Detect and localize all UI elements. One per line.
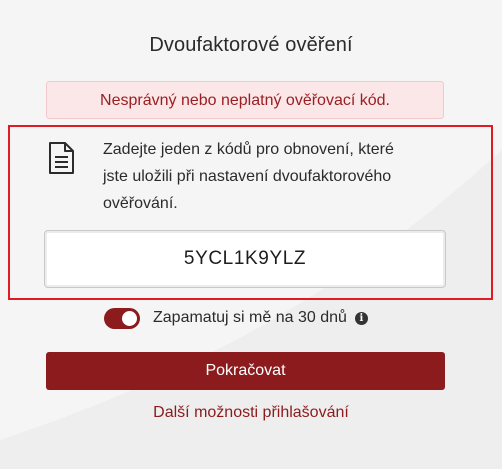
remember-me-row: Zapamatuj si mě na 30 dnů i (104, 306, 368, 330)
remember-me-label[interactable]: Zapamatuj si mě na 30 dnů (153, 309, 347, 327)
recovery-code-input[interactable] (44, 230, 446, 288)
document-icon (49, 142, 74, 174)
remember-me-toggle[interactable] (104, 307, 140, 329)
continue-button[interactable]: Pokračovat (46, 352, 445, 390)
error-alert: Nesprávný nebo neplatný ověřovací kód. (46, 81, 444, 119)
toggle-knob (122, 310, 137, 326)
info-icon[interactable]: i (354, 311, 368, 325)
recovery-instruction: Zadejte jeden z kódů pro obnovení, které… (103, 136, 433, 217)
more-login-options-link[interactable]: Další možnosti přihlašování (0, 404, 502, 422)
page-title: Dvoufaktorové ověření (149, 34, 353, 56)
instruction-line: ověřování. (103, 195, 178, 212)
instruction-line: Zadejte jeden z kódů pro obnovení, které (103, 141, 394, 158)
instruction-line: jste uložili při nastavení dvoufaktorové… (103, 168, 392, 185)
